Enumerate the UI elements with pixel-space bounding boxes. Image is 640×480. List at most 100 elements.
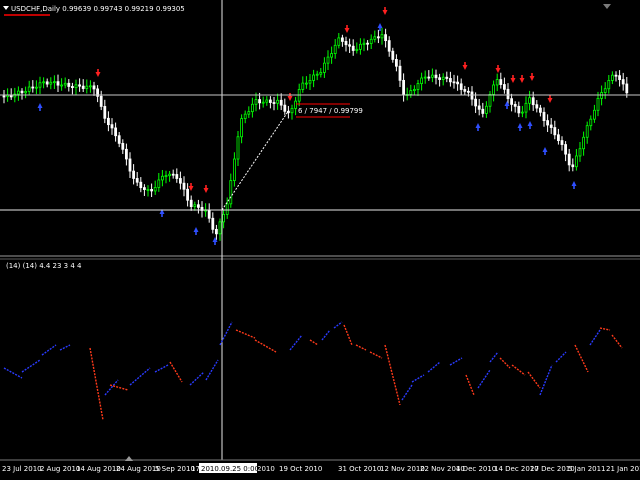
- candle-body: [268, 99, 272, 103]
- crosshair-time-label: 2010.09.25 0:00: [201, 465, 259, 473]
- candle-body: [247, 111, 251, 115]
- candle-body: [168, 173, 172, 177]
- time-tick-label: 12 Nov 2010: [380, 465, 425, 473]
- candle-body: [49, 81, 53, 85]
- time-tick-label: 4 Dec 2010: [456, 465, 496, 473]
- candle-body: [430, 74, 434, 78]
- candle-body: [315, 73, 319, 76]
- candle-body: [333, 44, 337, 54]
- candle-body: [557, 134, 560, 141]
- candle-body: [240, 118, 244, 138]
- candle-body: [340, 37, 344, 42]
- time-tick-label: 31 Oct 2010: [338, 465, 381, 473]
- time-tick-label: 19 Oct 2010: [279, 465, 322, 473]
- candle-body: [189, 199, 193, 207]
- candle-body: [222, 213, 226, 223]
- time-tick-label: 23 Jul 2010: [2, 465, 42, 473]
- candle-body: [45, 81, 49, 85]
- candle-body: [171, 173, 175, 176]
- candle-body: [261, 101, 265, 104]
- candle-body: [330, 53, 334, 58]
- candle-body: [85, 85, 89, 89]
- candle-body: [153, 187, 157, 192]
- candle-body: [434, 74, 438, 79]
- candle-body: [384, 34, 388, 42]
- candle-body: [416, 83, 420, 90]
- candle-body: [578, 148, 582, 157]
- candle-body: [607, 80, 611, 90]
- candle-body: [279, 99, 283, 106]
- time-tick-label: 14 Aug 2010: [76, 465, 121, 473]
- candle-body: [387, 40, 391, 52]
- candle-body: [214, 228, 218, 235]
- candle-body: [441, 76, 445, 80]
- symbol-header: USDCHF,Daily 0.99639 0.99743 0.99219 0.9…: [11, 5, 185, 13]
- indicator-header: (14) (14) 4.4 23 3 4 4: [6, 262, 82, 270]
- candle-body: [369, 38, 373, 44]
- candle-body: [484, 105, 488, 114]
- candle-body: [135, 178, 139, 183]
- candle-body: [402, 79, 406, 96]
- candle-body: [506, 88, 510, 100]
- candle-body: [132, 170, 136, 179]
- candle-body: [164, 175, 168, 178]
- candle-body: [499, 79, 503, 85]
- candle-body: [474, 98, 478, 107]
- candle-body: [207, 209, 211, 219]
- candle-body: [621, 79, 625, 85]
- candle-body: [31, 86, 35, 89]
- candle-body: [182, 182, 186, 190]
- candle-body: [614, 74, 618, 77]
- chart-terminal[interactable]: 6 / 7947 / 0.99799 USDCHF,Daily 0.99639 …: [0, 0, 640, 480]
- candle-body: [539, 107, 542, 113]
- candle-body: [286, 110, 290, 114]
- candle-body: [27, 86, 31, 92]
- candle-body: [549, 124, 553, 128]
- candle-body: [391, 50, 395, 60]
- candle-body: [236, 136, 240, 160]
- candle-body: [53, 81, 56, 84]
- candle-body: [517, 105, 521, 114]
- candle-body: [351, 45, 355, 51]
- candle-body: [308, 80, 312, 84]
- candle-body: [294, 100, 298, 109]
- crosshair-readout: 6 / 7947 / 0.99799: [298, 107, 363, 115]
- candle-body: [355, 48, 359, 51]
- candle-body: [535, 104, 539, 109]
- candle-body: [420, 77, 424, 84]
- candle-body: [596, 97, 600, 111]
- candle-body: [477, 105, 481, 110]
- candle-body: [218, 221, 222, 235]
- candle-body: [571, 164, 575, 168]
- candle-body: [348, 44, 352, 47]
- candle-body: [312, 74, 316, 81]
- candle-body: [272, 102, 276, 104]
- candle-body: [546, 120, 549, 126]
- candle-body: [128, 158, 132, 172]
- candle-body: [394, 59, 398, 67]
- candle-body: [276, 99, 280, 104]
- candle-body: [89, 85, 92, 88]
- candle-body: [139, 181, 143, 189]
- time-tick-label: 21 Jan 2011: [606, 465, 640, 473]
- candle-body: [448, 78, 452, 83]
- candle-body: [567, 153, 571, 166]
- candle-body: [24, 91, 28, 94]
- candle-body: [258, 99, 262, 104]
- candle-body: [186, 188, 190, 201]
- candle-body: [150, 189, 154, 192]
- candle-body: [110, 124, 114, 129]
- candle-body: [74, 84, 78, 89]
- time-tick-label: 5 Sep 2010: [155, 465, 195, 473]
- candle-body: [107, 117, 110, 126]
- candle-body: [337, 37, 341, 46]
- candle-body: [103, 106, 107, 119]
- time-tick-label: 17: [191, 465, 200, 473]
- candle-body: [481, 108, 485, 114]
- candle-body: [322, 62, 326, 73]
- candle-body: [56, 81, 60, 86]
- candle-body: [16, 90, 20, 95]
- candle-body: [193, 204, 197, 207]
- candle-body: [589, 118, 593, 127]
- candle-body: [409, 90, 413, 95]
